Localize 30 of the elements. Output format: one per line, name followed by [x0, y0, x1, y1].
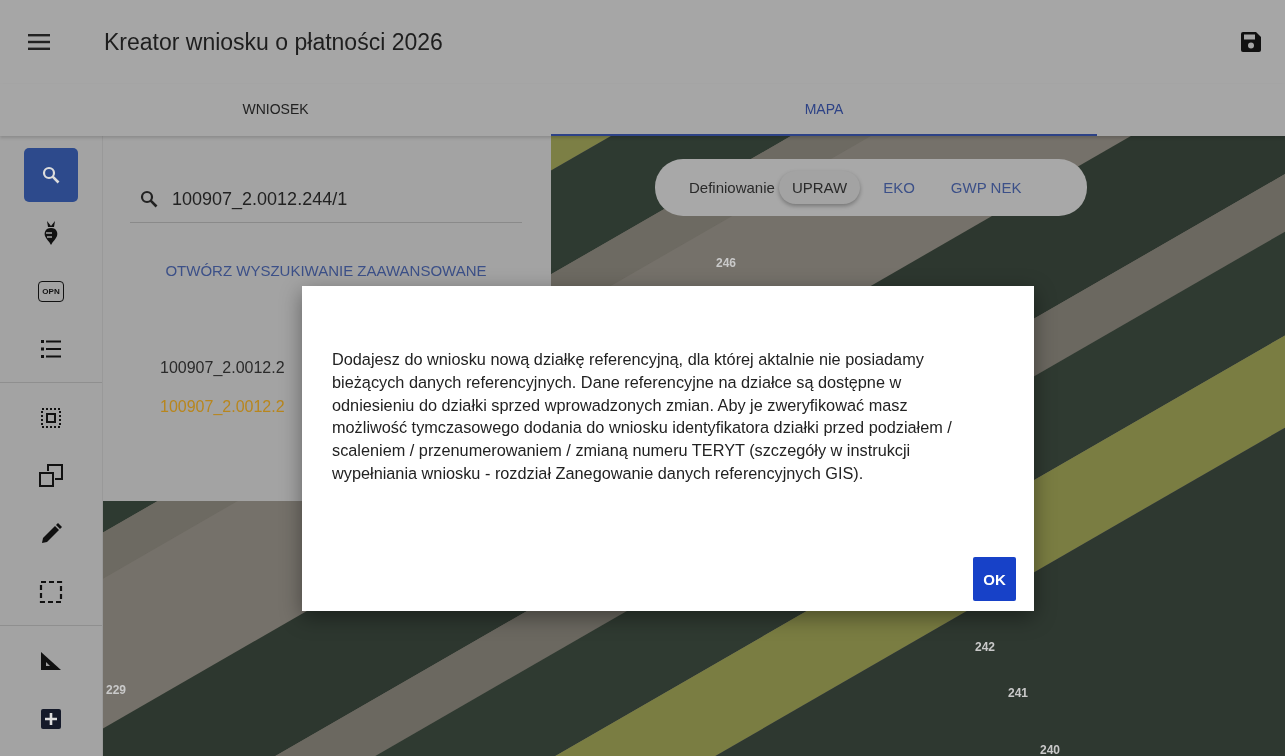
opn-label: OPN [38, 280, 64, 302]
pencil-icon [40, 523, 62, 545]
mode-option[interactable]: EKO [870, 171, 928, 204]
parcel-number: 240 [1040, 743, 1061, 756]
tab[interactable]: WNIOSEK [0, 84, 551, 136]
parcel-number: 229 [106, 683, 127, 697]
ok-button[interactable]: OK [973, 557, 1016, 601]
list-icon [41, 340, 61, 358]
menu-icon[interactable] [26, 32, 52, 52]
parcel-number: 242 [975, 640, 996, 654]
save-icon[interactable] [1239, 30, 1263, 54]
mode-label: Definiowanie [689, 179, 775, 196]
opn-badge-button[interactable]: OPN [24, 264, 78, 318]
search-result[interactable]: 100907_2.0012.2 [160, 359, 285, 377]
plus-square-icon [41, 709, 61, 729]
advanced-search-link[interactable]: OTWÓRZ WYSZUKIWANIE ZAAWANSOWANE [165, 262, 487, 279]
beet-icon [44, 221, 58, 245]
search-tool-button[interactable] [24, 148, 78, 202]
dashed-square-icon [41, 408, 61, 428]
search-icon [140, 190, 158, 208]
app-title: Kreator wniosku o płatności 2026 [104, 28, 444, 56]
mode-option[interactable]: UPRAW [778, 171, 861, 204]
dialog-message: Dodajesz do wniosku nową działkę referencyjną, dla której aktalnie nie posiadamy bieżących danych referencyjnych. Dane referencyjne na działce są dostępne w odniesieniu do działki sprzed wprowadzonych zmian. Aby je zweryfikować masz możliwość tymczasowego dodania do wniosku identyfikatora działki przed podziałem / scaleniem / przenumerowaniem / zmianą numeru TERYT (szczegóły w instrukcji wypełniania wniosku - rozdział Zanegowanie danych referencyjnych GIS). [332, 349, 953, 485]
copy-icon [39, 464, 63, 488]
search-input[interactable]: 100907_2.0012.244/1 [172, 188, 512, 210]
parcel-number: 241 [1008, 686, 1029, 700]
dashed-frame-icon [39, 580, 63, 604]
mode-option[interactable]: GWP NEK [937, 171, 1035, 204]
search-icon [42, 166, 60, 184]
parcel-number: 246 [716, 256, 737, 270]
